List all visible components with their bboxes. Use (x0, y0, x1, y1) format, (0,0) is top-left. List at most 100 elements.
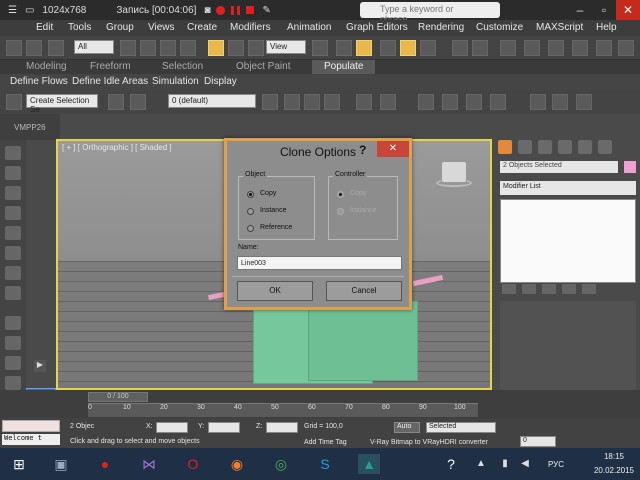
help-tray-icon[interactable]: ? (440, 454, 462, 474)
line-style-icon[interactable] (130, 94, 146, 110)
menu-create[interactable]: Create (187, 22, 217, 33)
populate-idle-icon[interactable] (380, 94, 396, 110)
viewcube-icon[interactable] (441, 161, 467, 183)
select-by-name-icon[interactable] (140, 40, 156, 56)
hierarchy-tab-icon[interactable] (538, 140, 552, 154)
object-copy-radio[interactable]: Copy (247, 190, 317, 200)
light-icon[interactable] (5, 226, 21, 240)
menu-customize[interactable]: Customize (476, 22, 523, 33)
sphere-icon[interactable] (5, 356, 21, 370)
box-icon[interactable] (5, 166, 21, 180)
figure-icon[interactable] (530, 94, 546, 110)
add-to-layer-icon[interactable] (284, 94, 300, 110)
record-icon[interactable] (216, 5, 226, 15)
modifier-list-dropdown[interactable]: Modifier List (500, 181, 636, 195)
maximize-icon[interactable]: ▫ (592, 0, 616, 20)
menu-edit[interactable]: Edit (36, 22, 53, 33)
named-selection-icon[interactable] (108, 94, 124, 110)
tab-modeling[interactable]: Modeling (26, 61, 67, 72)
manipulate-icon[interactable] (336, 40, 352, 56)
make-unique-icon[interactable] (542, 284, 556, 294)
z-coordinate-input[interactable] (266, 422, 298, 433)
display-tab-icon[interactable] (578, 140, 592, 154)
redo-icon[interactable] (26, 40, 42, 56)
ref-coord-dropdown[interactable]: View (266, 40, 306, 54)
menu-tools[interactable]: Tools (68, 22, 91, 33)
menu-animation[interactable]: Animation (287, 22, 331, 33)
tray-expand-icon[interactable]: ▲ (470, 454, 492, 474)
modifier-stack[interactable] (500, 199, 636, 283)
subtab-simulation[interactable]: Simulation (152, 76, 199, 87)
new-layer-icon[interactable] (262, 94, 278, 110)
name-input[interactable]: Line003 (237, 256, 402, 270)
helper-icon[interactable] (5, 266, 21, 280)
maxscript-listener-icon[interactable] (2, 420, 60, 432)
x-coordinate-input[interactable] (156, 422, 188, 433)
modify-tab-icon[interactable] (518, 140, 532, 154)
pivot-icon[interactable] (312, 40, 328, 56)
visual-studio-icon[interactable]: ⋈ (138, 454, 160, 474)
window-crossing-icon[interactable] (180, 40, 196, 56)
menu-rendering[interactable]: Rendering (418, 22, 464, 33)
undo-icon[interactable] (6, 40, 22, 56)
layers-icon[interactable] (5, 186, 21, 200)
menu-maxscript[interactable]: MAXScript (536, 22, 583, 33)
brush-icon[interactable]: ✎ (262, 5, 270, 16)
camera-icon[interactable]: ◙ (204, 5, 210, 16)
subtab-define-idle-areas[interactable]: Define Idle Areas (72, 76, 148, 87)
save-app-icon[interactable]: ▣ (50, 454, 72, 474)
mirror-icon[interactable] (452, 40, 468, 56)
track-bar[interactable]: 0 10 20 30 40 50 60 70 80 90 100 (88, 403, 478, 417)
keyboard-shortcut-icon[interactable] (356, 40, 372, 56)
select-object-icon[interactable] (120, 40, 136, 56)
subtab-display[interactable]: Display (204, 76, 237, 87)
figure-alt-icon[interactable] (552, 94, 568, 110)
close-icon[interactable]: ✕ (616, 0, 640, 20)
help-icon[interactable]: ? (359, 143, 366, 157)
people-alt-icon[interactable] (466, 94, 482, 110)
move-icon[interactable] (208, 40, 224, 56)
object-color-swatch[interactable] (624, 161, 636, 173)
select-in-layer-icon[interactable] (304, 94, 320, 110)
render-icon[interactable] (618, 40, 634, 56)
object-reference-radio[interactable]: Reference (247, 224, 317, 234)
objects-selected-field[interactable]: 2 Objects Selected (500, 161, 618, 173)
volume-icon[interactable]: ◀ (514, 454, 536, 474)
utilities-tab-icon[interactable] (598, 140, 612, 154)
tab-object-paint[interactable]: Object Paint (236, 61, 290, 72)
skype-icon[interactable]: S (314, 454, 336, 474)
ok-button[interactable]: OK (237, 281, 313, 301)
firefox-icon[interactable]: ◉ (226, 454, 248, 474)
render-frame-icon[interactable] (596, 40, 612, 56)
network-icon[interactable]: ▮ (494, 454, 516, 474)
tab-selection[interactable]: Selection (162, 61, 203, 72)
render-setup-icon[interactable] (572, 40, 588, 56)
set-current-layer-icon[interactable] (324, 94, 340, 110)
populate-flow-icon[interactable] (356, 94, 372, 110)
subtab-define-flows[interactable]: Define Flows (10, 76, 68, 87)
object-instance-radio[interactable]: Instance (247, 207, 317, 217)
menu-help[interactable]: Help (596, 22, 617, 33)
help-search-input[interactable]: Type a keyword or phrase (360, 2, 500, 24)
people-icon[interactable] (442, 94, 458, 110)
dialog-close-button[interactable]: ✕ (377, 141, 409, 157)
language-indicator[interactable]: РУС (548, 460, 564, 469)
list-icon[interactable] (5, 206, 21, 220)
minimize-icon[interactable]: – (568, 0, 592, 20)
menu-modifiers[interactable]: Modifiers (230, 22, 271, 33)
current-frame-input[interactable]: 0 (520, 436, 556, 447)
configure-sets-icon[interactable] (582, 284, 596, 294)
chrome-icon[interactable]: ◎ (270, 454, 292, 474)
time-slider[interactable]: 0 / 100 (88, 392, 148, 402)
auto-key-button[interactable]: Auto (394, 422, 420, 433)
tab-freeform[interactable]: Freeform (90, 61, 131, 72)
layer-dropdown[interactable]: 0 (default) (168, 94, 256, 108)
recorder-menu-icon[interactable]: ☰ (8, 5, 17, 16)
scale-icon[interactable] (248, 40, 264, 56)
viewport-label[interactable]: [ + ] [ Orthographic ] [ Shaded ] (62, 143, 172, 152)
snap-icon[interactable] (380, 40, 396, 56)
show-end-result-icon[interactable] (522, 284, 536, 294)
clock-date[interactable]: 20.02.2015 (588, 466, 640, 475)
menu-graph-editors[interactable]: Graph Editors (346, 22, 408, 33)
key-filter-dropdown[interactable]: Selected (426, 422, 496, 433)
